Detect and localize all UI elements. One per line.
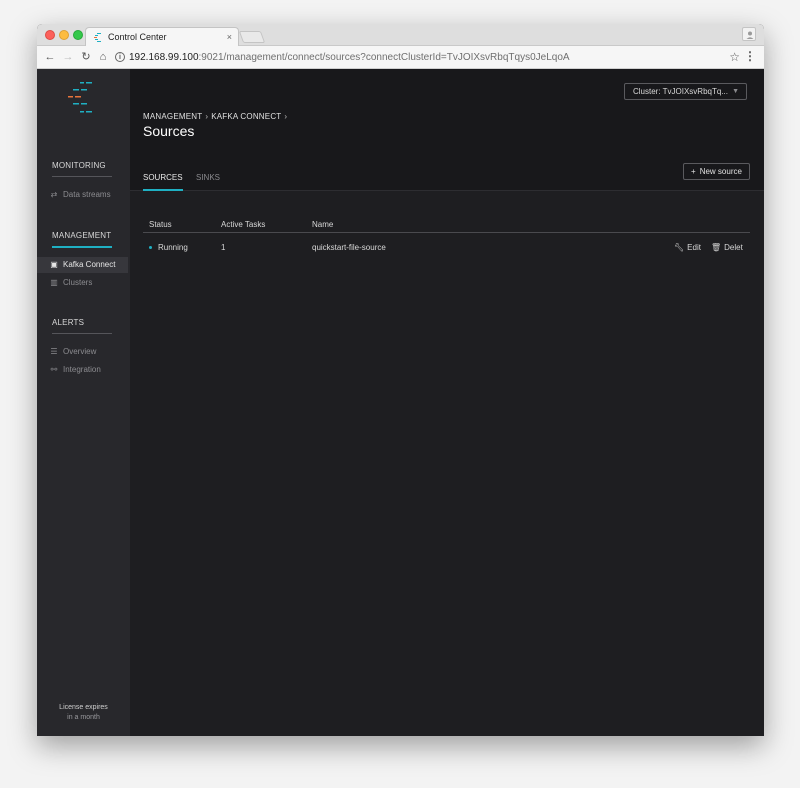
column-header-name: Name xyxy=(312,220,334,229)
delete-label: Delet xyxy=(724,243,743,252)
plus-icon: + xyxy=(691,167,696,176)
active-tasks-cell: 1 xyxy=(221,243,226,252)
license-expiry-time: in a month xyxy=(67,714,100,721)
table-header: Status Active Tasks Name xyxy=(143,215,750,233)
bookmark-star-icon[interactable]: ☆ xyxy=(729,50,740,64)
sidebar-item-label: Data streams xyxy=(63,190,111,199)
sidebar-item-label: Clusters xyxy=(63,278,93,287)
chevron-right-icon: › xyxy=(205,112,209,121)
browser-toolbar: ← → ↻ ⌂ i 192.168.99.100:9021/management/… xyxy=(37,46,764,69)
tab-sources[interactable]: SOURCES xyxy=(143,173,183,191)
address-bar[interactable]: i 192.168.99.100:9021/management/connect/… xyxy=(115,49,735,66)
wrench-icon: 🔧︎ xyxy=(674,243,685,252)
sidebar-item-overview[interactable]: ☰ Overview xyxy=(37,344,128,360)
favicon-icon xyxy=(94,33,101,42)
arrows-icon: ⇄ xyxy=(50,190,58,199)
sidebar-item-label: Kafka Connect xyxy=(63,260,116,269)
sidebar-section-monitoring: MONITORING xyxy=(52,161,112,177)
home-icon[interactable]: ⌂ xyxy=(96,50,110,64)
breadcrumb-kafka-connect[interactable]: KAFKA CONNECT xyxy=(211,112,281,121)
url-host: 192.168.99.100 xyxy=(129,52,199,63)
column-header-active-tasks: Active Tasks xyxy=(221,220,266,229)
sidebar-item-integration[interactable]: ⚯ Integration xyxy=(37,362,128,378)
reload-icon[interactable]: ↻ xyxy=(79,50,93,64)
edit-label: Edit xyxy=(687,243,701,252)
sidebar-section-alerts: ALERTS xyxy=(52,318,112,334)
breadcrumb: MANAGEMENT › KAFKA CONNECT › xyxy=(143,112,290,121)
license-expiry: License expires xyxy=(59,704,108,711)
delete-button[interactable]: 🗑︎ Delet xyxy=(711,243,751,252)
sidebar-item-label: Integration xyxy=(63,365,101,374)
trash-icon: 🗑︎ xyxy=(711,243,722,252)
connect-icon: ▣ xyxy=(50,260,58,269)
edit-button[interactable]: 🔧︎ Edit xyxy=(674,243,701,252)
chevron-down-icon: ▼ xyxy=(732,88,739,95)
close-window-button[interactable] xyxy=(45,30,55,40)
status-dot-icon xyxy=(149,246,152,250)
cluster-select-value: Cluster: TvJOIXsvRbqTq... xyxy=(633,87,728,96)
app: MONITORING ⇄ Data streams MANAGEMENT ▣ K… xyxy=(37,69,764,736)
url-path: :9021/management/connect/sources?connect… xyxy=(198,52,570,63)
list-icon: ☰ xyxy=(50,347,58,356)
breadcrumb-management[interactable]: MANAGEMENT xyxy=(143,112,202,121)
forward-arrow-icon[interactable]: → xyxy=(61,50,75,64)
status-cell: Running xyxy=(149,243,188,252)
sources-table: Status Active Tasks Name Running 1 quick… xyxy=(143,215,750,259)
control-center-logo-icon xyxy=(68,82,92,113)
column-header-status: Status xyxy=(149,220,172,229)
profile-icon[interactable] xyxy=(742,27,756,41)
browser-tab[interactable]: Control Center × xyxy=(85,27,239,47)
cluster-select[interactable]: Cluster: TvJOIXsvRbqTq... ▼ xyxy=(624,83,747,100)
maximize-window-button[interactable] xyxy=(73,30,83,40)
status-text: Running xyxy=(158,243,188,252)
sidebar: MONITORING ⇄ Data streams MANAGEMENT ▣ K… xyxy=(37,69,130,736)
page-title: Sources xyxy=(143,123,195,139)
chevron-right-icon: › xyxy=(284,112,288,121)
clusters-icon: ▥ xyxy=(50,278,58,287)
minimize-window-button[interactable] xyxy=(59,30,69,40)
tab-sinks[interactable]: SINKS xyxy=(196,173,220,191)
browser-menu-icon[interactable]: ⋮ xyxy=(744,49,756,63)
sidebar-item-kafka-connect[interactable]: ▣ Kafka Connect xyxy=(37,257,128,273)
new-source-label: New source xyxy=(699,167,742,176)
sidebar-section-management: MANAGEMENT xyxy=(52,231,112,248)
site-info-icon[interactable]: i xyxy=(115,52,125,63)
name-cell: quickstart-file-source xyxy=(312,243,386,252)
integration-icon: ⚯ xyxy=(50,365,58,374)
browser-window: Control Center × ← → ↻ ⌂ i 192.168.99.100… xyxy=(37,24,764,736)
sidebar-item-clusters[interactable]: ▥ Clusters xyxy=(37,275,128,291)
table-row[interactable]: Running 1 quickstart-file-source 🔧︎ Edit … xyxy=(143,233,750,259)
new-tab-button[interactable] xyxy=(238,31,266,43)
page-header: Cluster: TvJOIXsvRbqTq... ▼ MANAGEMENT › K… xyxy=(130,69,764,191)
back-arrow-icon[interactable]: ← xyxy=(43,50,57,64)
sidebar-item-data-streams[interactable]: ⇄ Data streams xyxy=(37,187,128,203)
browser-tabbar: Control Center × xyxy=(37,24,764,47)
new-source-button[interactable]: + New source xyxy=(683,163,750,180)
browser-tab-title: Control Center xyxy=(108,32,167,42)
main-content: Cluster: TvJOIXsvRbqTq... ▼ MANAGEMENT › K… xyxy=(130,69,764,736)
sidebar-item-label: Overview xyxy=(63,347,97,356)
tab-close-icon[interactable]: × xyxy=(227,28,232,46)
